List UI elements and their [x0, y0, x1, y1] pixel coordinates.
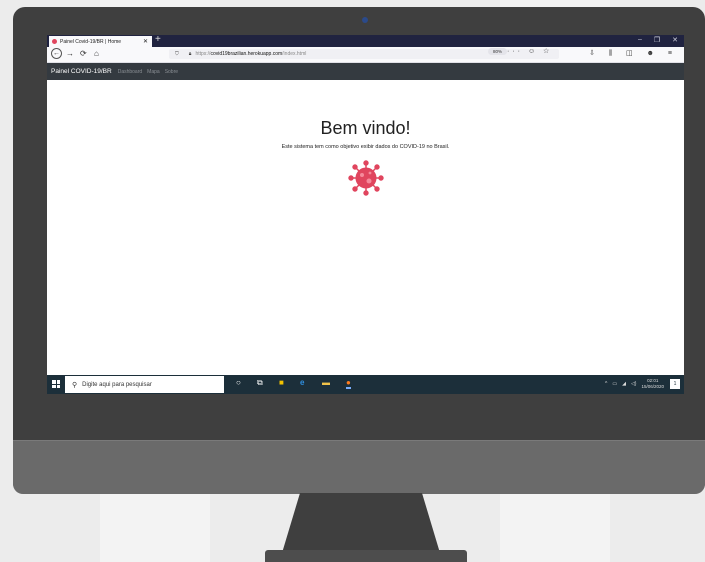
browser-tab-bar: Painel Covid-19/BR | Home ✕ + – ❐ ✕ [47, 35, 684, 47]
notification-count: 1 [673, 381, 677, 387]
screen: Painel Covid-19/BR | Home ✕ + – ❐ ✕ ← → … [47, 35, 684, 394]
nav-link-sobre[interactable]: Sobre [165, 69, 178, 75]
navbar-brand[interactable]: Painel COVID-19/BR [51, 68, 112, 75]
cortana-circle-icon[interactable]: ○ [236, 378, 241, 387]
monitor-stand [282, 493, 440, 553]
tab-close-icon[interactable]: ✕ [143, 38, 148, 45]
minimize-button[interactable]: – [638, 36, 642, 44]
monitor-base [265, 550, 467, 562]
battery-icon[interactable]: ▭ [612, 381, 617, 387]
close-window-button[interactable]: ✕ [672, 36, 678, 44]
reload-button[interactable]: ⟳ [80, 49, 87, 58]
shield-icon: ⛉ [175, 51, 179, 57]
zoom-level-button[interactable]: 80% [488, 48, 508, 55]
page-actions[interactable]: ··· ☺ ☆ [507, 47, 552, 55]
new-tab-button[interactable]: + [155, 35, 161, 45]
favicon-virus-icon [52, 39, 57, 44]
chevron-up-icon[interactable]: ^ [605, 381, 607, 387]
url-protocol: https:// [195, 51, 211, 57]
search-icon: ⚲ [72, 381, 78, 389]
wifi-icon[interactable]: ◢ [622, 381, 626, 387]
forward-button[interactable]: → [66, 49, 74, 58]
maximize-button[interactable]: ❐ [654, 36, 660, 44]
nav-link-mapa[interactable]: Mapa [147, 69, 160, 75]
task-view-icon[interactable]: ⧉ [257, 378, 263, 388]
taskbar-search-box[interactable]: ⚲ Digite aqui para pesquisar [65, 376, 224, 393]
nav-link-dashboard[interactable]: Dashboard [118, 69, 142, 75]
notification-center-button[interactable]: 1 [670, 379, 680, 389]
browser-toolbar: ← → ⟳ ⌂ ⛉ 🔒︎ https:// covid19brazilian.h… [47, 47, 684, 63]
url-path: /index.html [282, 51, 307, 57]
search-placeholder: Digite aqui para pesquisar [82, 381, 152, 388]
system-tray: ^ ▭ ◢ ◁) 02:01 15/06/2020 [605, 378, 664, 390]
tab-title: Painel Covid-19/BR | Home [60, 38, 122, 45]
page-subtitle: Este sistema tem como objetivo exibir da… [281, 144, 450, 150]
url-host: covid19brazilian.herokuapp.com [210, 51, 283, 57]
sticky-notes-icon[interactable]: ■ [279, 378, 284, 387]
main-content: Bem vindo! Este sistema tem como objetiv… [47, 80, 684, 375]
back-button[interactable]: ← [51, 48, 62, 59]
home-button[interactable]: ⌂ [94, 49, 99, 58]
page-title: Bem vindo! [320, 118, 411, 138]
start-button[interactable] [50, 378, 62, 390]
virus-icon [348, 160, 384, 196]
toolbar-icons[interactable]: ⇩ ⫼ ◫ ☻ ≡ [589, 49, 678, 58]
edge-icon[interactable]: e [300, 378, 304, 387]
webcam-icon [362, 17, 368, 23]
app-navbar: Painel COVID-19/BR Dashboard Mapa Sobre [47, 63, 684, 80]
browser-tab-home[interactable]: Painel Covid-19/BR | Home ✕ [49, 36, 152, 47]
file-explorer-icon[interactable]: ▬ [322, 378, 330, 387]
clock[interactable]: 02:01 15/06/2020 [641, 378, 664, 390]
window-controls: – ❐ ✕ [638, 36, 678, 44]
volume-icon[interactable]: ◁) [631, 381, 637, 387]
clock-date: 15/06/2020 [641, 384, 664, 389]
monitor-chin [13, 440, 705, 494]
windows-taskbar: ⚲ Digite aqui para pesquisar ○ ⧉ ■ e ▬ ●… [47, 375, 684, 394]
firefox-icon[interactable]: ● [346, 378, 351, 389]
lock-icon: 🔒︎ [188, 51, 192, 57]
